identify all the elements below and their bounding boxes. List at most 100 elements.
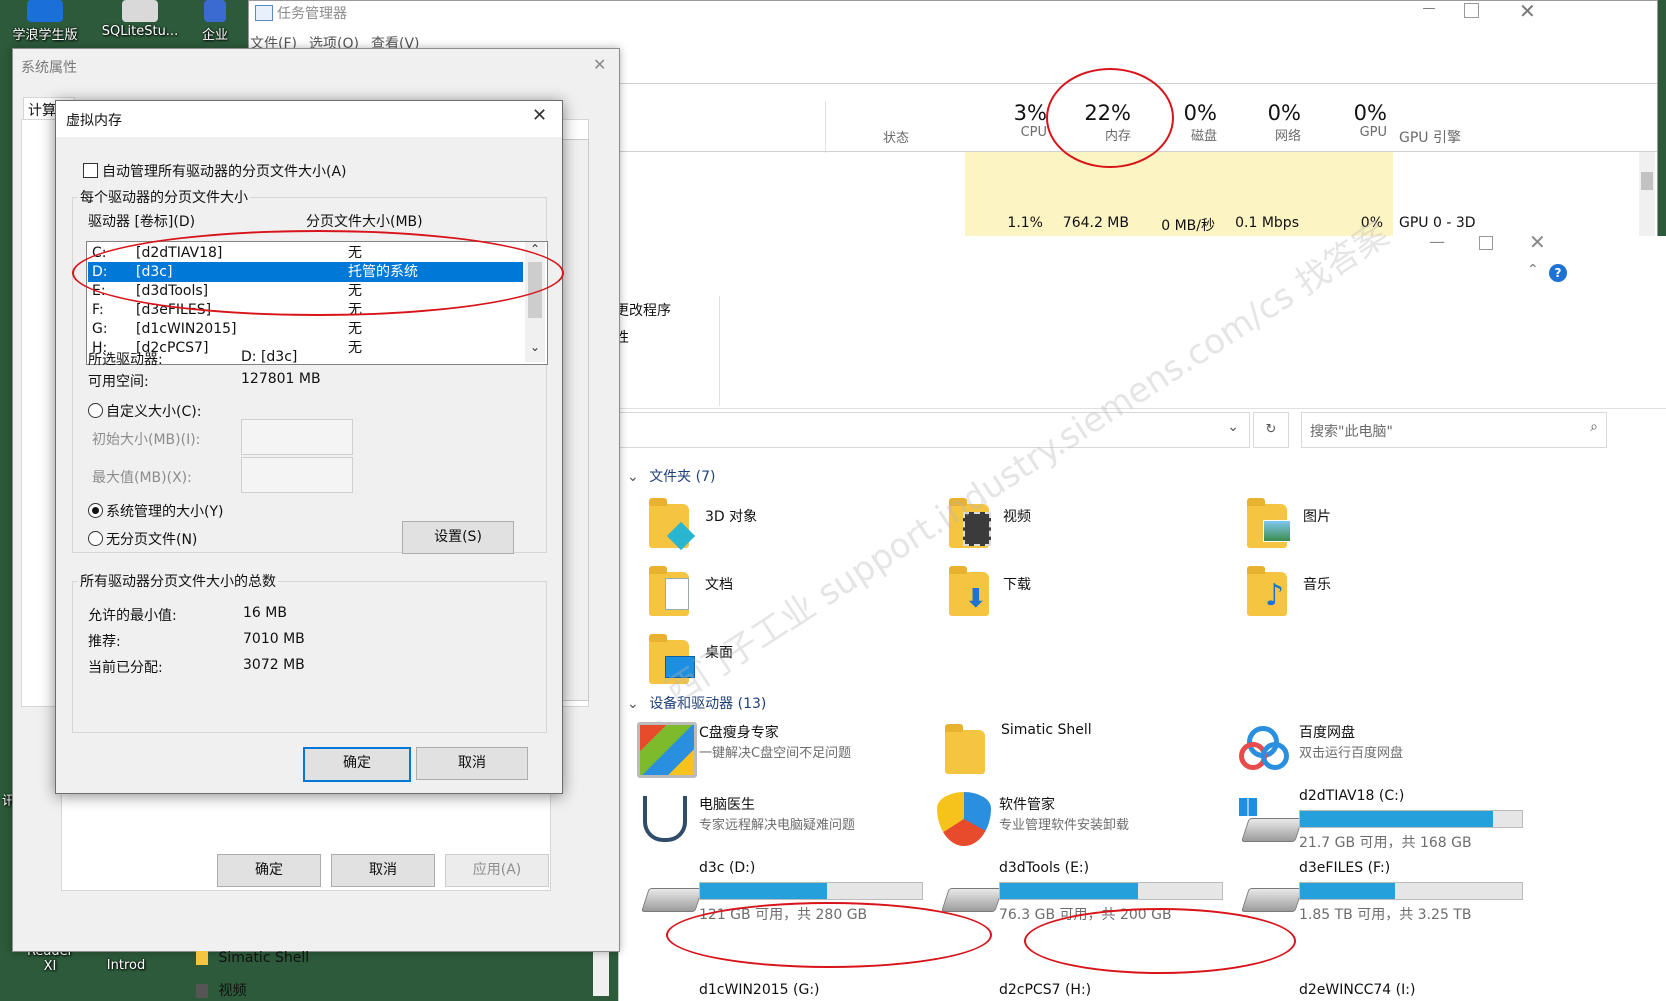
ok-button[interactable]: 确定: [303, 747, 411, 782]
auto-manage-checkbox[interactable]: [83, 163, 98, 178]
vertical-scrollbar[interactable]: [1639, 152, 1655, 236]
drive-list-scrollbar[interactable]: ⌃ ⌄: [525, 242, 545, 362]
help-icon[interactable]: ?: [1549, 264, 1567, 282]
cancel-button[interactable]: 取消: [331, 854, 435, 887]
folders-section-header[interactable]: ⌄ 文件夹 (7): [627, 466, 715, 486]
system-managed-radio[interactable]: [88, 503, 103, 518]
close-button[interactable]: ✕: [1519, 0, 1536, 23]
chevron-down-icon[interactable]: ⌄: [530, 340, 540, 354]
drive-c[interactable]: d2dTIAV18 (C:) 21.7 GB 可用，共 168 GB: [1237, 788, 1537, 851]
min-allowed-value: 16 MB: [243, 605, 287, 621]
drive-name: d3c (D:): [699, 860, 756, 876]
drive-usage-bar: [699, 882, 923, 900]
max-size-label: 最大值(MB)(X):: [92, 470, 192, 486]
initial-size-input[interactable]: [241, 419, 353, 455]
set-button[interactable]: 设置(S): [402, 521, 514, 554]
close-button[interactable]: ✕: [593, 55, 606, 74]
close-button[interactable]: ✕: [1529, 230, 1546, 254]
drive-row-g[interactable]: G: [d1cWIN2015] 无: [88, 319, 523, 339]
system-managed-label: 系统管理的大小(Y): [106, 504, 224, 520]
landscape-icon: [1263, 520, 1291, 542]
folder-downloads[interactable]: ⬇ 下载: [949, 566, 1189, 626]
drive-f[interactable]: d3eFILES (F:) 1.85 TB 可用，共 3.25 TB: [1237, 860, 1537, 923]
desktop-icon-xuelang[interactable]: 学浪学生版: [0, 0, 90, 43]
drive-row-e[interactable]: E: [d3dTools] 无: [88, 281, 523, 301]
list-item-videos[interactable]: 视频: [196, 980, 246, 1000]
drive-label: [d3eFILES]: [136, 302, 212, 318]
desktop-icon-label: SQLiteStu...: [101, 24, 179, 39]
custom-size-radio[interactable]: [88, 403, 103, 418]
desktop-icon-label: 企业: [201, 28, 228, 43]
ok-button[interactable]: 确定: [217, 854, 321, 887]
drive-list[interactable]: C: [d2dTIAV18] 无 D: [d3c] 托管的系统 E: [d3dT…: [86, 241, 548, 365]
window-title: 系统属性: [21, 60, 77, 76]
drive-e[interactable]: d3dTools (E:) 76.3 GB 可用，共 200 GB: [937, 860, 1237, 923]
devices-section-header[interactable]: ⌄ 设备和驱动器 (13): [627, 693, 766, 713]
apply-button[interactable]: 应用(A): [445, 854, 549, 887]
drive-usage-fill: [1000, 883, 1138, 899]
maximize-button[interactable]: [1464, 3, 1479, 18]
folder-pictures[interactable]: 图片: [1247, 498, 1487, 558]
app-baidu-netdisk[interactable]: 百度网盘 双击运行百度网盘: [1237, 720, 1537, 778]
paging-size: 无: [348, 245, 362, 261]
folder-desktop[interactable]: 桌面: [649, 634, 889, 694]
no-paging-radio[interactable]: [88, 531, 103, 546]
minimize-button[interactable]: —: [1429, 232, 1445, 251]
folder-music[interactable]: ♪ 音乐: [1247, 566, 1487, 626]
folder-videos[interactable]: 视频: [949, 498, 1189, 558]
app-pc-doctor[interactable]: 电脑医生 专家远程解决电脑疑难问题: [637, 792, 937, 850]
drive-row-f[interactable]: F: [d3eFILES] 无: [88, 300, 523, 320]
desktop-icon-sqlitestudio[interactable]: SQLiteStu...: [95, 0, 185, 39]
drive-row-c[interactable]: C: [d2dTIAV18] 无: [88, 243, 523, 263]
address-bar[interactable]: ⌄: [589, 412, 1250, 448]
folder-icon: [196, 951, 208, 965]
search-box[interactable]: 搜索"此电脑" ⌕: [1301, 412, 1607, 448]
app-c-disk-cleaner[interactable]: C盘瘦身专家 一键解决C盘空间不足问题: [637, 720, 937, 778]
column-cpu[interactable]: 3% CPU: [965, 101, 1047, 140]
drive-d[interactable]: d3c (D:) 121 GB 可用，共 280 GB: [637, 860, 937, 923]
drive-icon: [641, 888, 703, 912]
app-simatic-shell[interactable]: Simatic Shell: [945, 720, 1205, 778]
folder-3d-objects[interactable]: 3D 对象: [649, 498, 889, 558]
column-memory[interactable]: 22% 内存: [1049, 101, 1131, 144]
drive-g[interactable]: d1cWIN2015 (G:): [699, 982, 820, 998]
column-drive-header: 驱动器 [卷标](D): [88, 214, 196, 230]
collapse-ribbon-icon[interactable]: ⌃: [1527, 262, 1539, 278]
column-gpu-engine[interactable]: GPU 引擎: [1399, 127, 1461, 147]
minimize-button[interactable]: —: [1409, 1, 1449, 23]
no-paging-label: 无分页文件(N): [106, 532, 198, 548]
virtual-memory-dialog: 虚拟内存 ✕ 自动管理所有驱动器的分页文件大小(A) 每个驱动器的分页文件大小 …: [55, 100, 563, 794]
column-status[interactable]: 状态: [883, 127, 909, 146]
drive-letter: G:: [92, 321, 108, 337]
app-software-manager[interactable]: 软件管家 专业管理软件安装卸载: [937, 792, 1237, 850]
drive-i[interactable]: d2eWINCC74 (I:): [1299, 982, 1415, 998]
drive-row-d[interactable]: D: [d3c] 托管的系统: [88, 262, 523, 282]
close-button[interactable]: ✕: [532, 105, 547, 126]
folder-documents[interactable]: 文档: [649, 566, 889, 626]
task-manager-icon: [255, 5, 273, 21]
chevron-down-icon[interactable]: ⌄: [1227, 419, 1239, 435]
scroll-thumb[interactable]: [528, 262, 542, 318]
scroll-thumb[interactable]: [1641, 172, 1653, 190]
desktop-icon-introd[interactable]: Introd: [96, 958, 156, 973]
desktop-icon-enterprise[interactable]: 企业: [190, 0, 240, 43]
list-item-simatic-shell[interactable]: Simatic Shell: [196, 950, 309, 966]
refresh-button[interactable]: ↻: [1253, 412, 1289, 448]
cancel-button[interactable]: 取消: [416, 747, 528, 780]
drive-h[interactable]: d2cPCS7 (H:): [999, 982, 1091, 998]
maximize-button[interactable]: [1479, 236, 1493, 250]
tab-services[interactable]: 务: [589, 57, 1657, 84]
folder-label: 音乐: [1303, 577, 1331, 593]
column-network[interactable]: 0% 网络: [1219, 101, 1301, 144]
max-size-input[interactable]: [241, 457, 353, 493]
window-title: 任务管理器: [277, 6, 347, 22]
column-gpu[interactable]: 0% GPU: [1305, 101, 1387, 140]
drive-usage-fill: [1300, 883, 1396, 899]
column-disk[interactable]: 0% 磁盘: [1135, 101, 1217, 144]
chevron-up-icon[interactable]: ⌃: [530, 242, 540, 256]
dialog-title: 虚拟内存: [66, 113, 122, 129]
auto-manage-label: 自动管理所有驱动器的分页文件大小(A): [102, 164, 347, 180]
memory-label: 内存: [1104, 129, 1131, 144]
free-space-label: 可用空间:: [88, 374, 149, 390]
allocated-value: 3072 MB: [243, 657, 305, 673]
